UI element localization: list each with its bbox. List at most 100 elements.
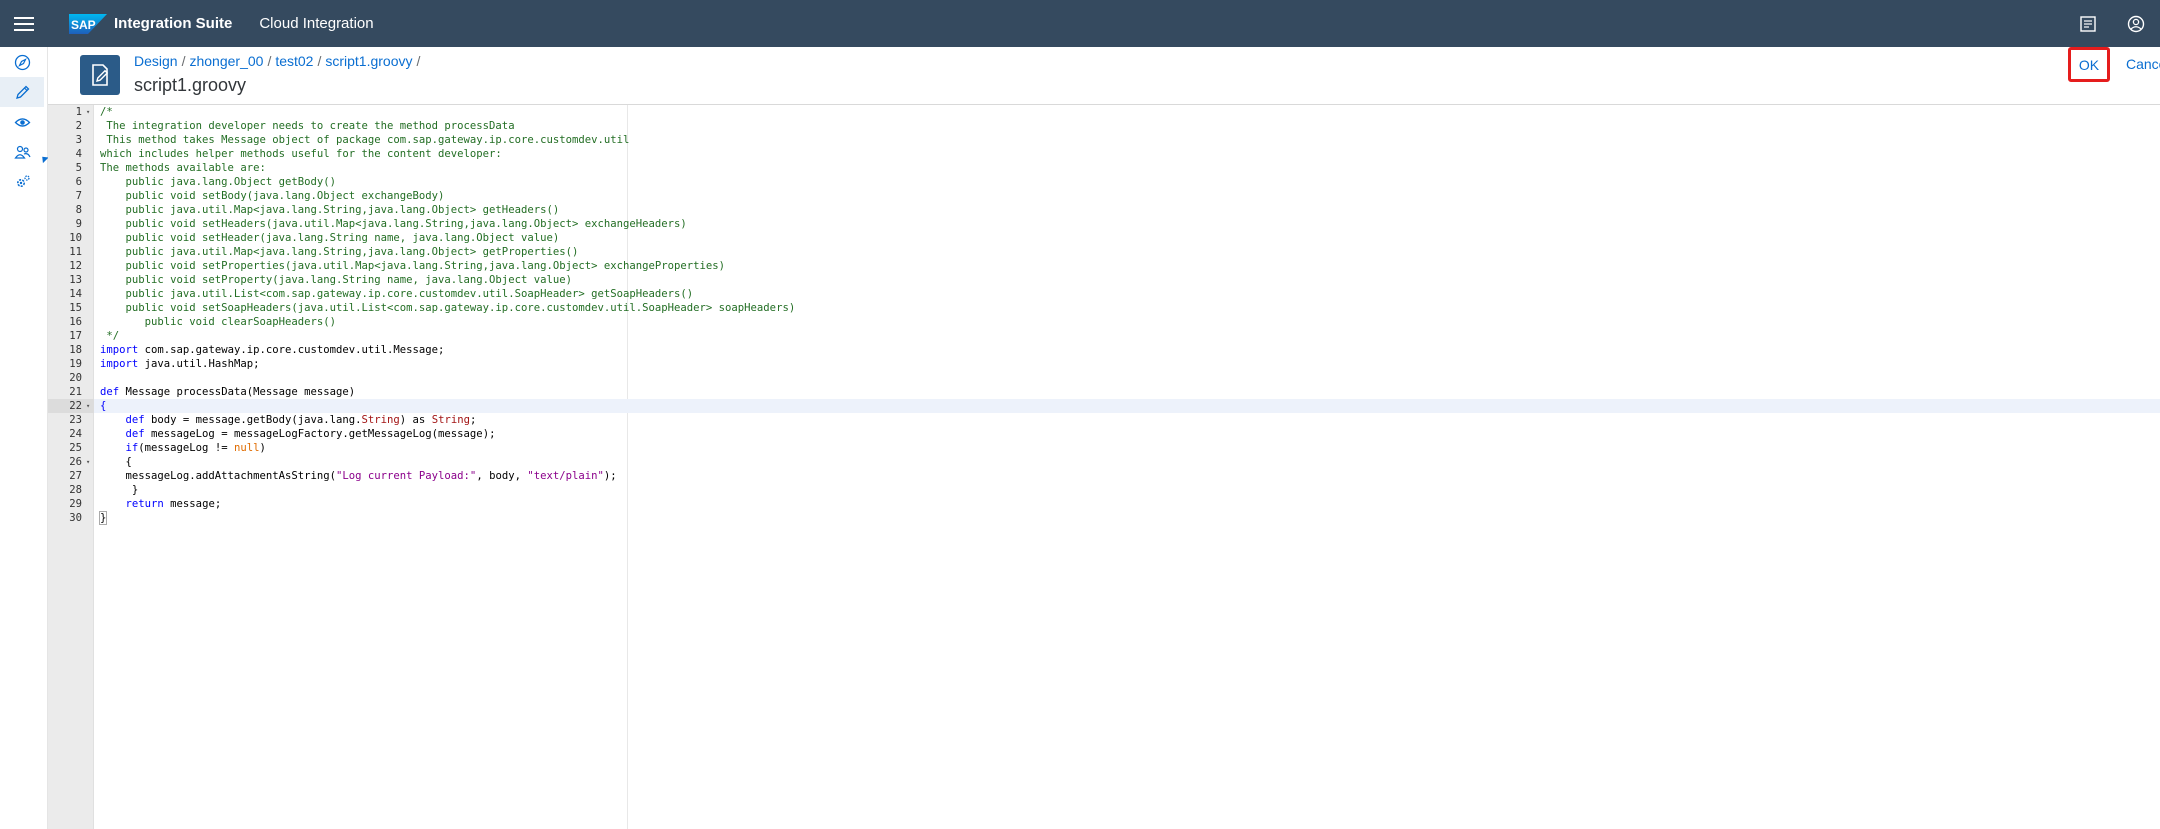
code-line[interactable]: 1 ▾/* xyxy=(48,105,2160,119)
line-number: 18 xyxy=(69,344,82,356)
code-text: public java.util.Map<java.lang.String,ja… xyxy=(100,245,579,259)
line-number: 27 xyxy=(69,470,82,482)
code-token: which includes helper methods useful for… xyxy=(100,148,502,160)
sap-logo[interactable]: SAP xyxy=(69,13,107,34)
code-token: /* xyxy=(100,106,113,118)
code-line[interactable]: 23 def body = message.getBody(java.lang.… xyxy=(48,413,2160,427)
code-token: null xyxy=(233,442,260,454)
code-line[interactable]: 3 This method takes Message object of pa… xyxy=(48,133,2160,147)
code-line[interactable]: 22 ▾{ xyxy=(48,399,2160,413)
code-line[interactable]: 26 ▾ { xyxy=(48,455,2160,469)
code-token: , body, xyxy=(476,470,528,482)
code-text: return message; xyxy=(100,497,222,511)
code-line[interactable]: 28 } xyxy=(48,483,2160,497)
code-line[interactable]: 30} xyxy=(48,511,2160,525)
line-number: 2 xyxy=(75,120,82,132)
fold-toggle-icon[interactable]: ▾ xyxy=(86,105,94,119)
breadcrumb-package[interactable]: zhonger_00 xyxy=(189,53,263,69)
edit-document-icon xyxy=(92,64,109,86)
code-line[interactable]: 6 public java.lang.Object getBody() xyxy=(48,175,2160,189)
code-line[interactable]: 15 public void setSoapHeaders(java.util.… xyxy=(48,301,2160,315)
code-line[interactable]: 21 def Message processData(Message messag… xyxy=(48,385,2160,399)
nav-manage-security[interactable] xyxy=(0,137,49,167)
pencil-icon xyxy=(15,85,29,99)
code-line[interactable]: 27 messageLog.addAttachmentAsString("Log… xyxy=(48,469,2160,483)
code-line[interactable]: 12 public void setProperties(java.util.M… xyxy=(48,259,2160,273)
ok-button[interactable]: OK xyxy=(2068,47,2110,82)
line-number: 24 xyxy=(69,428,82,440)
code-token: public void setHeaders(java.util.Map<jav… xyxy=(100,218,687,230)
nav-design[interactable] xyxy=(0,77,44,107)
line-number: 28 xyxy=(69,484,82,496)
code-line[interactable]: 18 import com.sap.gateway.ip.core.customd… xyxy=(48,343,2160,357)
line-number: 9 xyxy=(75,218,82,230)
code-token: import xyxy=(100,344,139,356)
nav-discover[interactable] xyxy=(0,47,44,77)
code-token: public void clearSoapHeaders() xyxy=(100,316,336,328)
code-text: import com.sap.gateway.ip.core.customdev… xyxy=(100,343,444,357)
code-token: ; xyxy=(469,414,477,426)
code-text: public void setHeaders(java.util.Map<jav… xyxy=(100,217,687,231)
notifications-button[interactable] xyxy=(2064,0,2112,47)
code-token: public void setProperty(java.lang.String… xyxy=(100,274,572,286)
code-text: public void setProperties(java.util.Map<… xyxy=(100,259,726,273)
code-line[interactable]: 13 public void setProperty(java.lang.Str… xyxy=(48,273,2160,287)
code-token: def xyxy=(100,386,120,398)
code-line[interactable]: 7 public void setBody(java.lang.Object e… xyxy=(48,189,2160,203)
code-editor[interactable]: 1 ▾/* 2 The integration developer needs to… xyxy=(48,105,2160,829)
code-line[interactable]: 16 public void clearSoapHeaders() xyxy=(48,315,2160,329)
code-token: messageLog = messageLogFactory.getMessag… xyxy=(144,428,496,440)
code-line[interactable]: 11 public java.util.Map<java.lang.String… xyxy=(48,245,2160,259)
code-text: public void setHeader(java.lang.String n… xyxy=(100,231,560,245)
code-text: messageLog.addAttachmentAsString("Log cu… xyxy=(100,469,617,483)
code-line[interactable]: 25 if(messageLog != null) xyxy=(48,441,2160,455)
shell-bar: SAP Integration Suite Cloud Integration xyxy=(0,0,2160,47)
code-text: public java.util.Map<java.lang.String,ja… xyxy=(100,203,560,217)
code-text: The methods available are: xyxy=(100,161,266,175)
nav-settings[interactable] xyxy=(0,167,44,197)
code-token: } xyxy=(100,484,139,496)
page-header: Design / zhonger_00/test02/script1.groovy /… xyxy=(48,47,2160,105)
code-token: String xyxy=(361,414,400,426)
code-line[interactable]: 4 which includes helper methods useful fo… xyxy=(48,147,2160,161)
cancel-button[interactable]: Cancel xyxy=(2126,56,2160,72)
fold-toggle-icon[interactable]: ▾ xyxy=(86,399,94,413)
line-number: 16 xyxy=(69,316,82,328)
code-text: /* xyxy=(100,105,113,119)
document-list-icon xyxy=(2080,15,2096,32)
fold-toggle-icon[interactable]: ▾ xyxy=(86,455,94,469)
breadcrumb-iflow[interactable]: test02 xyxy=(275,53,313,69)
code-line[interactable]: 5 The methods available are: xyxy=(48,161,2160,175)
code-token: The integration developer needs to creat… xyxy=(100,120,515,132)
line-number: 19 xyxy=(69,358,82,370)
code-line[interactable]: 8 public java.util.Map<java.lang.String,… xyxy=(48,203,2160,217)
code-line[interactable]: 24 def messageLog = messageLogFactory.ge… xyxy=(48,427,2160,441)
compass-icon xyxy=(14,54,30,70)
code-line[interactable]: 29 return message; xyxy=(48,497,2160,511)
code-line[interactable]: 20 xyxy=(48,371,2160,385)
nav-monitor[interactable] xyxy=(0,107,44,137)
code-line[interactable]: 17 */ xyxy=(48,329,2160,343)
breadcrumb-script[interactable]: script1.groovy xyxy=(325,53,412,69)
gears-icon xyxy=(16,174,30,187)
code-line[interactable]: 2 The integration developer needs to cre… xyxy=(48,119,2160,133)
code-line[interactable]: 9 public void setHeaders(java.util.Map<j… xyxy=(48,217,2160,231)
line-number: 12 xyxy=(69,260,82,272)
code-line[interactable]: 10 public void setHeader(java.lang.Strin… xyxy=(48,231,2160,245)
line-number: 8 xyxy=(75,204,82,216)
code-text: def body = message.getBody(java.lang.Str… xyxy=(100,413,477,427)
code-line[interactable]: 14 public java.util.List<com.sap.gateway… xyxy=(48,287,2160,301)
code-token: This method takes Message object of pack… xyxy=(100,134,630,146)
menu-button[interactable] xyxy=(1,0,47,47)
side-navigation xyxy=(0,47,49,829)
code-line[interactable]: 19 import java.util.HashMap; xyxy=(48,357,2160,371)
code-token: "text/plain" xyxy=(527,470,604,482)
code-token: public java.util.Map<java.lang.String,ja… xyxy=(100,246,579,258)
user-profile-button[interactable] xyxy=(2112,0,2160,47)
code-lines[interactable]: 1 ▾/* 2 The integration developer needs to… xyxy=(48,105,2160,525)
code-text: def Message processData(Message message) xyxy=(100,385,355,399)
code-token: Message processData(Message message) xyxy=(119,386,356,398)
breadcrumb-design[interactable]: Design xyxy=(134,53,178,69)
